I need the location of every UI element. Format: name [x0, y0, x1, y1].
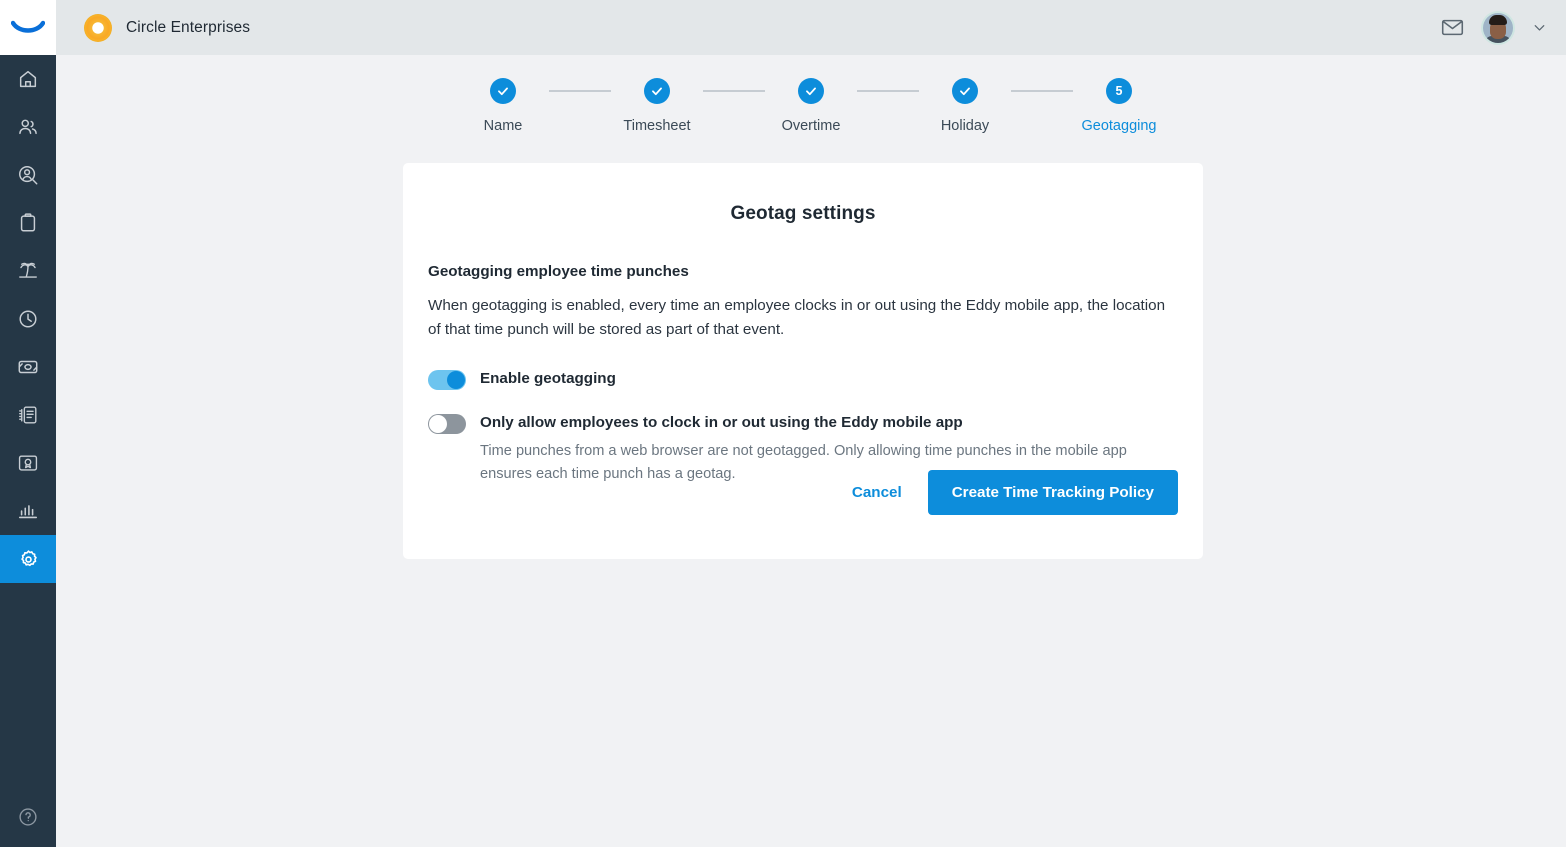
step-connector — [1011, 78, 1073, 104]
check-icon — [806, 87, 816, 96]
step-name[interactable]: Name — [457, 78, 549, 134]
wizard-stepper: Name Timesheet Overtime Holiday 5 Geotag… — [56, 78, 1566, 134]
sidebar-item-onboarding[interactable] — [0, 199, 56, 247]
step-label: Timesheet — [623, 118, 691, 134]
sidebar-item-people[interactable] — [0, 103, 56, 151]
step-label: Overtime — [781, 118, 841, 134]
enable-geotagging-toggle[interactable] — [428, 369, 466, 390]
certificate-icon — [18, 455, 38, 471]
check-icon — [652, 87, 662, 96]
org-name: Circle Enterprises — [126, 18, 251, 36]
cancel-button[interactable]: Cancel — [838, 472, 916, 513]
help-button[interactable] — [0, 787, 56, 847]
sidebar-item-reports[interactable] — [0, 487, 56, 535]
bar-chart-icon — [18, 505, 38, 519]
section-heading: Geotagging employee time punches — [428, 263, 689, 280]
money-icon — [18, 360, 38, 374]
app-root: Circle Enterprises Name Timesheet Overti… — [0, 0, 1566, 847]
person-search-icon — [19, 166, 38, 185]
chevron-down-icon[interactable] — [1531, 19, 1548, 36]
avatar[interactable] — [1483, 12, 1513, 43]
toggle-label: Only allow employees to clock in or out … — [480, 413, 963, 431]
step-overtime[interactable]: Overtime — [765, 78, 857, 134]
clock-icon — [19, 310, 37, 328]
topbar: Circle Enterprises — [56, 0, 1566, 55]
check-icon — [498, 87, 508, 96]
step-geotagging[interactable]: 5 Geotagging — [1073, 78, 1165, 134]
sidebar — [0, 0, 56, 847]
sidebar-item-settings[interactable] — [0, 535, 56, 583]
eddy-smile-logo[interactable] — [0, 0, 56, 55]
people-icon — [19, 119, 37, 135]
geotag-settings-card: Geotag settings Geotagging employee time… — [403, 163, 1203, 559]
main-area: Circle Enterprises Name Timesheet Overti… — [56, 0, 1566, 847]
toggle-texts: Enable geotagging — [480, 369, 616, 390]
sidebar-item-time-off[interactable] — [0, 247, 56, 295]
sidebar-item-training[interactable] — [0, 439, 56, 487]
page-title: Geotag settings — [730, 203, 876, 224]
org-identity: Circle Enterprises — [84, 13, 251, 42]
clipboard-icon — [20, 213, 36, 232]
sidebar-item-home[interactable] — [0, 55, 56, 103]
help-circle-icon — [19, 808, 37, 826]
sidebar-item-payroll[interactable] — [0, 343, 56, 391]
section-description: When geotagging is enabled, every time a… — [428, 297, 1166, 339]
step-connector — [703, 78, 765, 104]
toggle-row-enable-geotagging: Enable geotagging — [428, 369, 1178, 390]
card-actions: Cancel Create Time Tracking Policy — [838, 470, 1178, 515]
step-number: 5 — [1115, 83, 1123, 98]
step-label: Name — [483, 118, 523, 134]
step-timesheet[interactable]: Timesheet — [611, 78, 703, 134]
palm-tree-icon — [19, 262, 37, 278]
step-holiday[interactable]: Holiday — [919, 78, 1011, 134]
check-icon — [960, 87, 970, 96]
sidebar-nav — [0, 55, 56, 787]
content: Name Timesheet Overtime Holiday 5 Geotag… — [56, 55, 1566, 847]
stepper-steps: Name Timesheet Overtime Holiday 5 Geotag… — [457, 78, 1165, 134]
step-bubble-complete[interactable] — [798, 78, 824, 104]
sidebar-item-time-tracking[interactable] — [0, 295, 56, 343]
envelope-icon[interactable] — [1440, 15, 1465, 40]
home-icon — [19, 70, 37, 88]
step-connector — [857, 78, 919, 104]
step-label: Holiday — [940, 118, 990, 134]
sidebar-item-documents[interactable] — [0, 391, 56, 439]
toggle-label: Enable geotagging — [480, 369, 616, 387]
mobile-app-only-toggle[interactable] — [428, 413, 466, 434]
topbar-actions — [1440, 12, 1548, 43]
step-bubble-complete[interactable] — [490, 78, 516, 104]
sidebar-item-recruiting[interactable] — [0, 151, 56, 199]
gear-icon — [20, 549, 37, 566]
documents-icon — [19, 406, 37, 424]
step-bubble-complete[interactable] — [644, 78, 670, 104]
create-time-tracking-policy-button[interactable]: Create Time Tracking Policy — [927, 470, 1178, 515]
step-bubble-complete[interactable] — [952, 78, 978, 104]
org-logo-icon — [84, 13, 112, 42]
step-bubble-current[interactable]: 5 — [1106, 78, 1132, 104]
step-label: Geotagging — [1081, 118, 1157, 134]
step-connector — [549, 78, 611, 104]
